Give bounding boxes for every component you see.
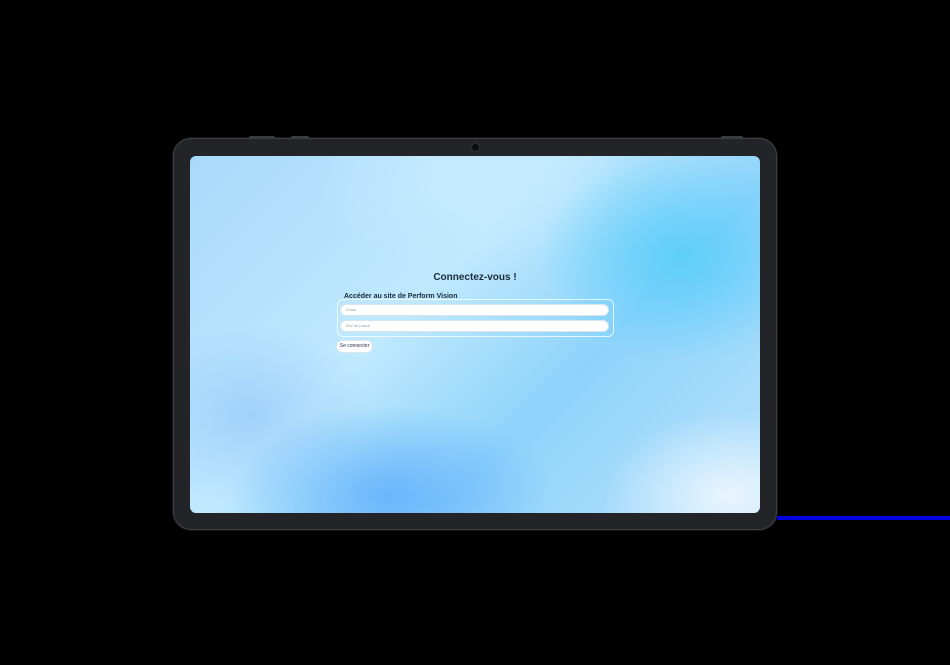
login-button[interactable]: Se connecter: [336, 340, 373, 353]
stage: Connectez-vous ! Accéder au site de Perf…: [0, 0, 950, 665]
volume-button: [249, 136, 275, 139]
camera-icon: [472, 144, 479, 151]
password-field[interactable]: Mot de passe: [340, 320, 609, 332]
email-placeholder: Email: [346, 307, 357, 312]
accent-bar: [777, 516, 950, 520]
power-button: [721, 136, 743, 139]
login-fieldset: Accéder au site de Perform Vision Email …: [337, 293, 614, 337]
password-placeholder: Mot de passe: [346, 323, 371, 328]
page-title: Connectez-vous !: [433, 272, 517, 283]
tablet-screen: Connectez-vous ! Accéder au site de Perf…: [190, 156, 760, 513]
volume-button-2: [291, 136, 309, 139]
email-field[interactable]: Email: [340, 304, 609, 316]
fieldset-legend: Accéder au site de Perform Vision: [344, 293, 458, 300]
tablet-frame: Connectez-vous ! Accéder au site de Perf…: [173, 136, 777, 530]
